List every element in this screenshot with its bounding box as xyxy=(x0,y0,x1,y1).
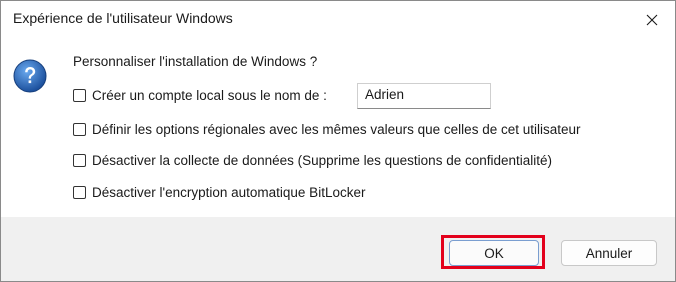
checkbox-local-account[interactable] xyxy=(73,89,86,102)
close-button[interactable] xyxy=(629,1,675,39)
cancel-button[interactable]: Annuler xyxy=(561,240,657,266)
option-regional-settings[interactable]: Définir les options régionales avec les … xyxy=(73,122,581,137)
username-input[interactable]: Adrien xyxy=(357,83,491,109)
title-bar: Expérience de l'utilisateur Windows xyxy=(1,1,675,39)
question-icon xyxy=(13,59,47,93)
option-local-account-label: Créer un compte local sous le nom de : xyxy=(92,88,327,103)
checkbox-disable-data-collection[interactable] xyxy=(73,154,86,167)
dialog-window: Expérience de l'utilisateur Windows Pers… xyxy=(0,0,676,282)
dialog-content: Personnaliser l'installation de Windows … xyxy=(1,39,675,217)
option-local-account[interactable]: Créer un compte local sous le nom de : xyxy=(73,88,327,103)
option-disable-bitlocker[interactable]: Désactiver l'encryption automatique BitL… xyxy=(73,185,365,200)
option-disable-bitlocker-label: Désactiver l'encryption automatique BitL… xyxy=(92,185,366,200)
button-bar: OK Annuler xyxy=(1,217,675,281)
ok-button[interactable]: OK xyxy=(449,240,539,266)
window-title: Expérience de l'utilisateur Windows xyxy=(13,10,233,26)
option-regional-settings-label: Définir les options régionales avec les … xyxy=(92,122,581,137)
checkbox-regional-settings[interactable] xyxy=(73,123,86,136)
checkbox-disable-bitlocker[interactable] xyxy=(73,186,86,199)
option-disable-data-collection[interactable]: Désactiver la collecte de données (Suppr… xyxy=(73,153,552,168)
close-icon xyxy=(646,14,658,26)
option-disable-data-collection-label: Désactiver la collecte de données (Suppr… xyxy=(92,153,553,168)
prompt-text: Personnaliser l'installation de Windows … xyxy=(73,54,318,69)
